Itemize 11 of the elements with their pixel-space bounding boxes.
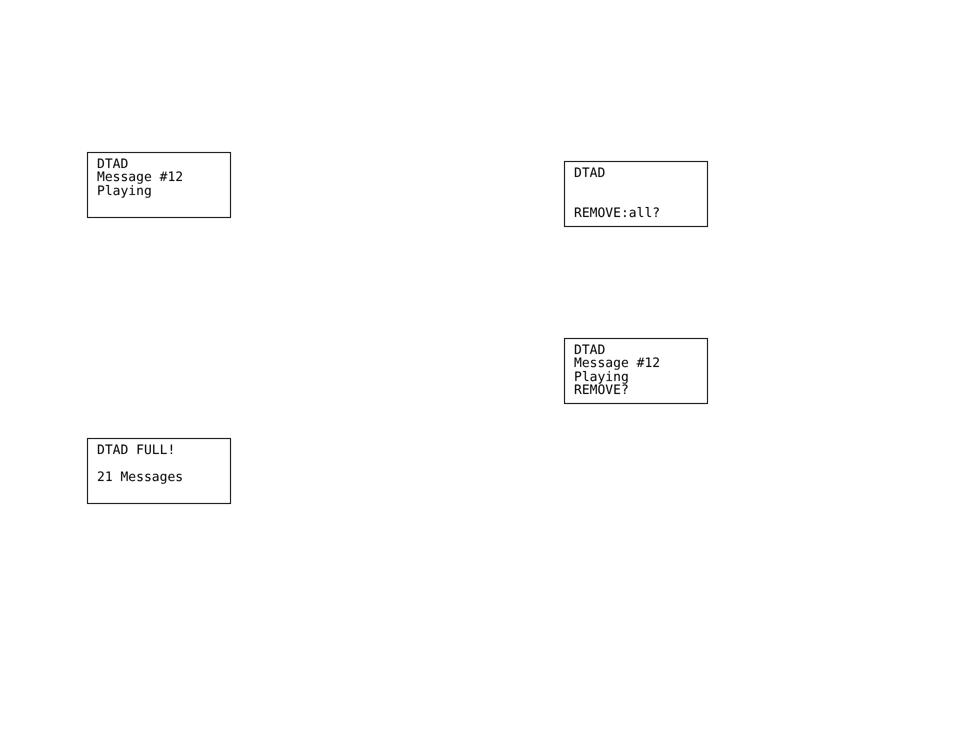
display-line: Playing (574, 370, 629, 384)
display-line: 21 Messages (97, 470, 184, 484)
display-line: DTAD (97, 158, 128, 172)
display-line: Message #12 (574, 357, 660, 371)
display-line: REMOVE:all? (574, 207, 660, 221)
display-line: DTAD (574, 167, 606, 180)
display-line: DTAD FULL! (97, 444, 176, 458)
display-line: REMOVE? (574, 384, 629, 398)
display-line: Playing (97, 184, 152, 198)
display-line: Message #12 (97, 171, 184, 185)
display-line: DTAD (574, 344, 606, 358)
